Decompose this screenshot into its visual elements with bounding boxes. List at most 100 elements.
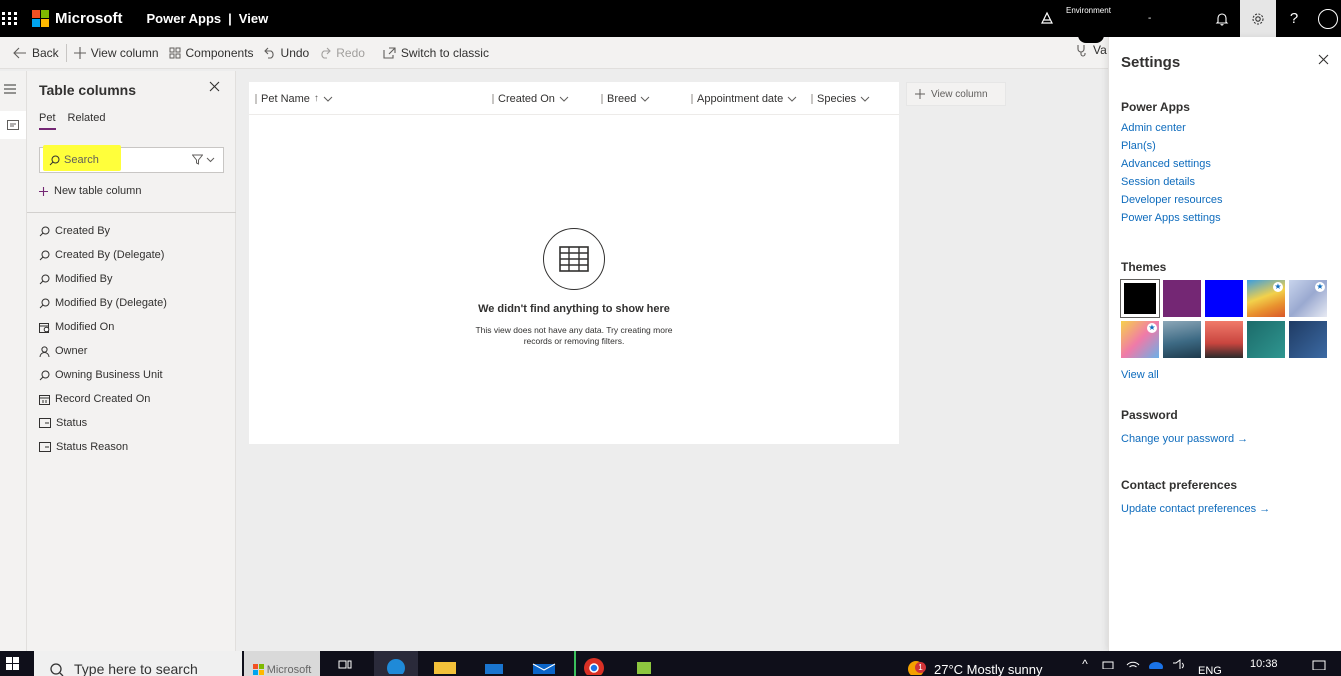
developer-resources-link[interactable]: Developer resources: [1121, 194, 1223, 206]
windows-taskbar: Type here to search Microsoft 1 27°C Mos…: [0, 651, 1341, 676]
environment-value[interactable]: -: [1148, 13, 1151, 24]
clock[interactable]: 10:38: [1250, 658, 1278, 670]
column-item[interactable]: Modified By: [39, 267, 167, 291]
column-item-label: Modified By (Delegate): [55, 297, 167, 309]
taskbar-search-input[interactable]: Type here to search: [34, 651, 242, 676]
column-item-label: Status Reason: [56, 441, 129, 453]
environment-icon[interactable]: [1040, 11, 1054, 28]
panel-title: Table columns: [39, 82, 136, 98]
column-header-pet-name[interactable]: Pet Name ↑: [255, 82, 333, 115]
add-view-column-button[interactable]: View column: [906, 82, 1006, 106]
windows-start-icon[interactable]: [0, 651, 26, 676]
wifi-icon[interactable]: [1124, 651, 1142, 676]
theme-swatch-purple[interactable]: [1163, 280, 1201, 317]
column-item[interactable]: Created By (Delegate): [39, 243, 167, 267]
power-apps-settings-link[interactable]: Power Apps settings: [1121, 212, 1221, 224]
filter-button[interactable]: [192, 154, 215, 165]
file-explorer-icon[interactable]: [425, 651, 465, 676]
chevron-up-icon[interactable]: ^: [1078, 651, 1092, 676]
components-button[interactable]: Components: [164, 37, 259, 69]
search-icon: [49, 155, 60, 165]
column-header-species[interactable]: Species: [811, 82, 870, 115]
column-item[interactable]: Status Reason: [39, 435, 167, 459]
weather-icon[interactable]: 1: [904, 651, 930, 676]
tab-pet[interactable]: Pet: [39, 112, 56, 130]
view-all-themes-link[interactable]: View all: [1121, 369, 1159, 381]
validate-button[interactable]: Va: [1076, 43, 1107, 57]
column-header-breed[interactable]: Breed: [601, 82, 650, 115]
chrome-icon[interactable]: [574, 651, 612, 676]
column-item[interactable]: Modified On: [39, 315, 167, 339]
view-column-button[interactable]: View column: [69, 37, 164, 69]
battery-icon[interactable]: [1100, 651, 1116, 676]
advanced-settings-link[interactable]: Advanced settings: [1121, 158, 1211, 170]
column-item[interactable]: Status: [39, 411, 167, 435]
app-name[interactable]: Power Apps: [147, 11, 222, 26]
session-details-link[interactable]: Session details: [1121, 176, 1195, 188]
change-password-link[interactable]: Change your password →: [1121, 433, 1248, 445]
column-item[interactable]: Owning Business Unit: [39, 363, 167, 387]
close-icon[interactable]: [209, 81, 220, 95]
theme-swatch-circuit-blue[interactable]: [1289, 321, 1327, 358]
switch-to-classic-button[interactable]: Switch to classic: [378, 37, 494, 69]
theme-swatch-palm[interactable]: [1205, 321, 1243, 358]
table-columns-rail-icon[interactable]: [0, 111, 26, 139]
sort-ascending-icon: ↑: [313, 93, 319, 104]
avatar[interactable]: [1310, 0, 1341, 37]
theme-swatch-rainbow[interactable]: ★: [1247, 280, 1285, 317]
theme-swatch-black[interactable]: [1120, 279, 1160, 318]
undo-button[interactable]: Undo: [259, 37, 315, 69]
task-view-icon[interactable]: [330, 651, 360, 676]
weather-text[interactable]: 27°C Mostly sunny: [934, 662, 1043, 676]
column-item-label: Record Created On: [55, 393, 151, 405]
column-item[interactable]: Owner: [39, 339, 167, 363]
mail-icon[interactable]: [524, 651, 564, 676]
view-grid: Pet Name ↑ Created On Breed Appointment …: [249, 82, 899, 444]
plus-icon: [73, 46, 86, 59]
help-icon[interactable]: ?: [1276, 0, 1312, 37]
plans-link[interactable]: Plan(s): [1121, 140, 1156, 152]
notification-center-icon[interactable]: [1306, 651, 1332, 676]
column-item[interactable]: Record Created On: [39, 387, 167, 411]
contact-preferences-heading: Contact preferences: [1121, 478, 1238, 492]
undo-label: Undo: [280, 45, 310, 60]
back-button[interactable]: Back: [8, 37, 64, 69]
theme-swatch-unicorn[interactable]: ★: [1121, 321, 1159, 358]
close-icon[interactable]: [1318, 54, 1329, 68]
taskbar-pinned-microsoft[interactable]: Microsoft: [244, 651, 320, 676]
star-icon: ★: [1315, 282, 1325, 292]
onedrive-icon[interactable]: [1146, 651, 1166, 676]
theme-grid: ★ ★ ★: [1120, 279, 1327, 358]
new-table-column-button[interactable]: New table column: [39, 185, 141, 197]
empty-state-message: This view does not have any data. Try cr…: [475, 325, 673, 346]
theme-swatch-blue[interactable]: [1205, 280, 1243, 317]
column-header-created-on[interactable]: Created On: [492, 82, 569, 115]
lookup-icon: [39, 274, 50, 285]
top-bar: Microsoft Power Apps | View Environment …: [0, 0, 1341, 37]
update-contact-preferences-link[interactable]: Update contact preferences →: [1121, 503, 1270, 515]
search-input[interactable]: Search: [39, 145, 224, 173]
microsoft-logo: [252, 664, 264, 675]
column-item[interactable]: Modified By (Delegate): [39, 291, 167, 315]
theme-swatch-pastel[interactable]: ★: [1289, 280, 1327, 317]
volume-icon[interactable]: [1170, 651, 1188, 676]
redo-button[interactable]: Redo: [314, 37, 370, 69]
star-icon: ★: [1273, 282, 1283, 292]
theme-swatch-mountain[interactable]: [1163, 321, 1201, 358]
column-header-appointment-date[interactable]: Appointment date: [691, 82, 797, 115]
admin-center-link[interactable]: Admin center: [1121, 122, 1186, 134]
gear-icon[interactable]: [1240, 0, 1276, 37]
divider: [65, 43, 67, 62]
store-icon[interactable]: [474, 651, 514, 676]
tab-related[interactable]: Related: [68, 112, 106, 130]
language-indicator[interactable]: ENG: [1198, 665, 1222, 676]
column-item[interactable]: Created By: [39, 219, 167, 243]
bell-icon[interactable]: [1204, 0, 1240, 37]
notepad-plus-icon[interactable]: [624, 651, 664, 676]
edge-icon[interactable]: [374, 651, 418, 676]
stethoscope-icon: [1077, 44, 1086, 57]
waffle-icon[interactable]: [2, 11, 18, 26]
theme-swatch-circuit-teal[interactable]: [1247, 321, 1285, 358]
hamburger-icon[interactable]: [3, 83, 17, 97]
taskbar-search-placeholder: Type here to search: [74, 661, 198, 676]
